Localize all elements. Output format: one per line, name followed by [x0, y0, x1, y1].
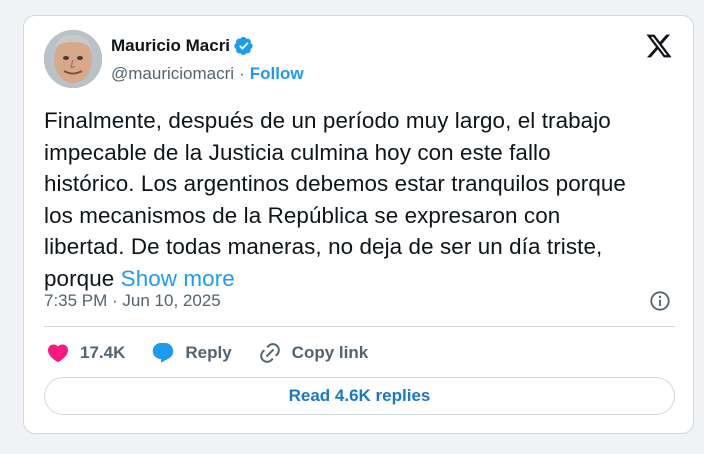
author-handle-row: @mauriciomacri · Follow: [111, 64, 304, 84]
likes-count: 17.4K: [80, 343, 126, 362]
divider: [44, 326, 675, 327]
copy-link-button[interactable]: Copy link: [258, 341, 369, 365]
copy-link-label: Copy link: [291, 343, 369, 362]
avatar[interactable]: [44, 30, 102, 88]
tweet-text: Finalmente, después de un período muy la…: [44, 105, 684, 294]
verified-badge-icon: [234, 36, 254, 56]
x-logo-icon[interactable]: [645, 32, 673, 60]
reply-bubble-icon: [153, 343, 174, 363]
author-name[interactable]: Mauricio Macri: [111, 36, 230, 56]
reply-button[interactable]: Reply: [151, 341, 232, 365]
tweet-text-line: los mecanismos de la República se expres…: [44, 202, 561, 228]
like-button[interactable]: 17.4K: [46, 341, 125, 365]
tweet-text-line: impecable de la Justicia culmina hoy con…: [44, 139, 551, 165]
tweet-text-last-line: porque Show more: [44, 263, 684, 295]
tweet-text-line: histórico. Los argentinos debemos estar …: [44, 171, 626, 196]
reply-label: Reply: [185, 343, 232, 362]
read-replies-button[interactable]: Read 4.6K replies: [44, 377, 675, 415]
link-icon: [259, 343, 280, 363]
author-name-row: Mauricio Macri: [111, 36, 254, 56]
tweet-text-line: porque: [44, 265, 115, 291]
show-more-link[interactable]: Show more: [121, 266, 235, 291]
info-icon[interactable]: [649, 290, 671, 312]
action-bar: 17.4K Reply Copy link: [46, 338, 394, 368]
follow-button[interactable]: Follow: [250, 64, 304, 84]
heart-icon: [47, 344, 69, 363]
avatar-portrait: [44, 30, 102, 88]
tweet-timestamp[interactable]: 7:35 PM · Jun 10, 2025: [44, 291, 221, 311]
tweet-text-line: libertad. De todas maneras, no deja de s…: [44, 234, 603, 259]
tweet-text-line: Finalmente, después de un período muy la…: [44, 108, 611, 133]
author-handle[interactable]: @mauriciomacri: [111, 64, 234, 84]
handle-separator: ·: [239, 64, 245, 83]
tweet-embed-card: Mauricio Macri @mauriciomacri · Follow F…: [23, 15, 694, 434]
